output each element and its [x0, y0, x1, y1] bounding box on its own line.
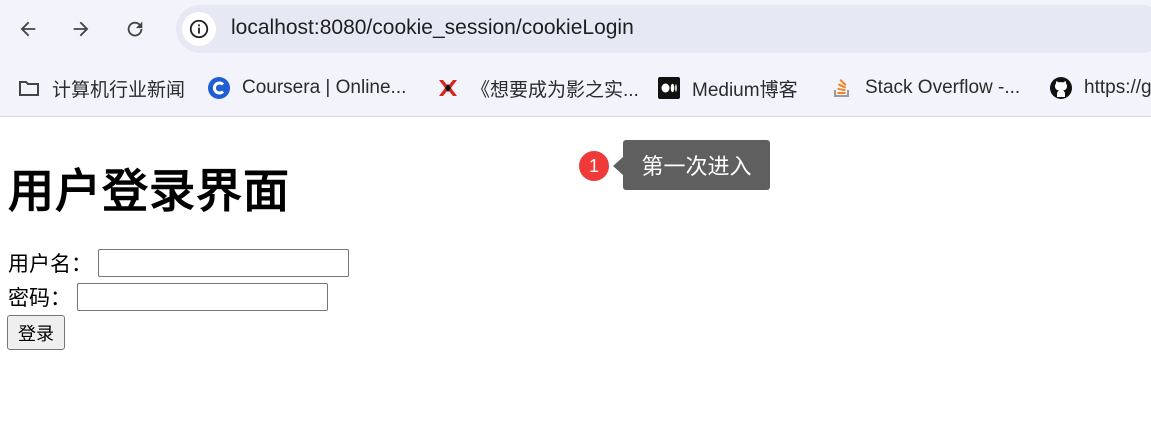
password-row: 密码： — [8, 282, 328, 312]
reload-icon — [127, 21, 143, 37]
bookmark-label: Stack Overflow -... — [865, 77, 1021, 98]
step-badge: 1 — [579, 151, 609, 181]
bookmark-item-medium[interactable]: Medium博客 — [656, 73, 798, 103]
stackoverflow-icon — [829, 75, 855, 101]
bookmark-label: Coursera | Online... — [242, 77, 407, 98]
bookmarks-bar: 计算机行业新闻 Coursera | Online... 《想要成为影之实...… — [0, 60, 1151, 117]
page-content: 用户登录界面 用户名： 密码： 登录 — [0, 117, 1151, 440]
password-input[interactable] — [77, 283, 328, 311]
back-button[interactable] — [11, 12, 45, 46]
username-input[interactable] — [98, 249, 349, 277]
arrow-left-icon — [20, 21, 36, 37]
arrow-right-icon — [73, 21, 89, 37]
info-icon — [189, 19, 209, 39]
bookmark-item-stackoverflow[interactable]: Stack Overflow -... — [829, 73, 1020, 103]
username-label: 用户名： — [8, 252, 92, 276]
bookmark-item-novel[interactable]: 《想要成为影之实... — [435, 73, 639, 103]
forward-button[interactable] — [64, 12, 98, 46]
reload-button[interactable] — [118, 12, 152, 46]
tooltip-arrow — [613, 157, 623, 175]
bookmark-item-news[interactable]: 计算机行业新闻 — [16, 73, 185, 103]
bookmark-site-icon — [435, 75, 461, 101]
bookmark-label: 《想要成为影之实... — [471, 79, 639, 101]
github-icon — [1048, 75, 1074, 101]
password-label: 密码： — [8, 286, 71, 310]
bookmark-item-coursera[interactable]: Coursera | Online... — [206, 73, 406, 103]
bookmark-label: https://g — [1084, 77, 1151, 98]
folder-icon — [16, 75, 42, 101]
url-text[interactable]: localhost:8080/cookie_session/cookieLogi… — [231, 16, 634, 40]
bookmark-item-github[interactable]: https://g — [1048, 73, 1151, 103]
browser-toolbar: localhost:8080/cookie_session/cookieLogi… — [0, 0, 1151, 60]
coursera-icon — [206, 75, 232, 101]
address-bar[interactable]: localhost:8080/cookie_session/cookieLogi… — [176, 5, 1151, 53]
page-title: 用户登录界面 — [8, 164, 290, 218]
annotation-tooltip: 第一次进入 — [623, 140, 770, 190]
bookmark-label: 计算机行业新闻 — [52, 79, 186, 101]
login-button[interactable]: 登录 — [7, 315, 65, 350]
medium-icon — [656, 75, 682, 101]
username-row: 用户名： — [8, 248, 349, 278]
bookmark-label: Medium博客 — [692, 79, 798, 101]
site-info-button[interactable] — [182, 12, 216, 46]
